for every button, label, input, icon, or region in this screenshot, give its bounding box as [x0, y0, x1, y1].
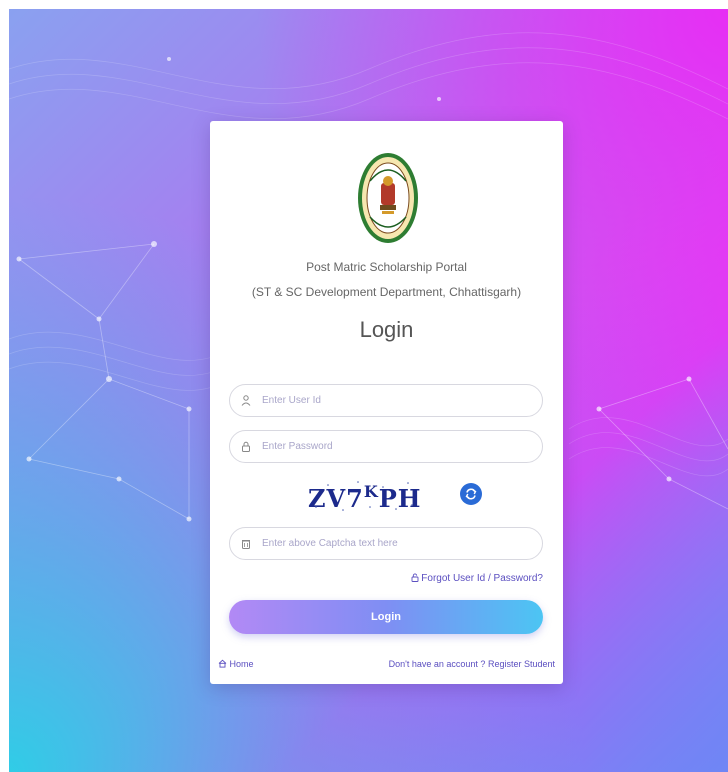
- home-label: Home: [229, 659, 254, 669]
- captcha-refresh-button[interactable]: [460, 483, 482, 505]
- login-heading: Login: [359, 317, 414, 342]
- portal-subtitle: (ST & SC Development Department, Chhatti…: [251, 285, 522, 299]
- user-id-input[interactable]: [260, 394, 542, 407]
- captcha-text-sup: K: [363, 482, 379, 501]
- captcha-image: ZV7 K PH: [308, 477, 420, 513]
- forgot-credentials-link[interactable]: Forgot User Id / Password?: [411, 573, 543, 584]
- password-field: [229, 430, 543, 463]
- captcha-text-end: PH: [378, 484, 422, 513]
- user-icon: [232, 395, 260, 406]
- lock-icon: [232, 441, 260, 452]
- register-prefix: Don't have an account ?: [388, 659, 488, 669]
- shield-icon: [232, 538, 260, 549]
- login-button[interactable]: Login: [229, 600, 543, 634]
- home-icon: [218, 659, 227, 668]
- portal-title: Post Matric Scholarship Portal: [306, 260, 467, 274]
- captcha-field: [229, 527, 543, 560]
- user-id-field: [229, 384, 543, 417]
- password-input[interactable]: [260, 440, 542, 453]
- refresh-icon: [465, 488, 477, 500]
- captcha-input[interactable]: [260, 537, 542, 550]
- login-card: Post Matric Scholarship Portal (ST & SC …: [210, 121, 563, 684]
- forgot-label: Forgot User Id / Password?: [421, 573, 543, 584]
- captcha-text-main: ZV7: [308, 484, 364, 513]
- state-emblem: [358, 153, 418, 243]
- register-label: Register Student: [487, 659, 555, 669]
- home-link[interactable]: Home: [218, 659, 254, 669]
- register-student-link[interactable]: Don't have an account ? Register Student: [389, 659, 555, 669]
- lock-icon: [411, 573, 418, 582]
